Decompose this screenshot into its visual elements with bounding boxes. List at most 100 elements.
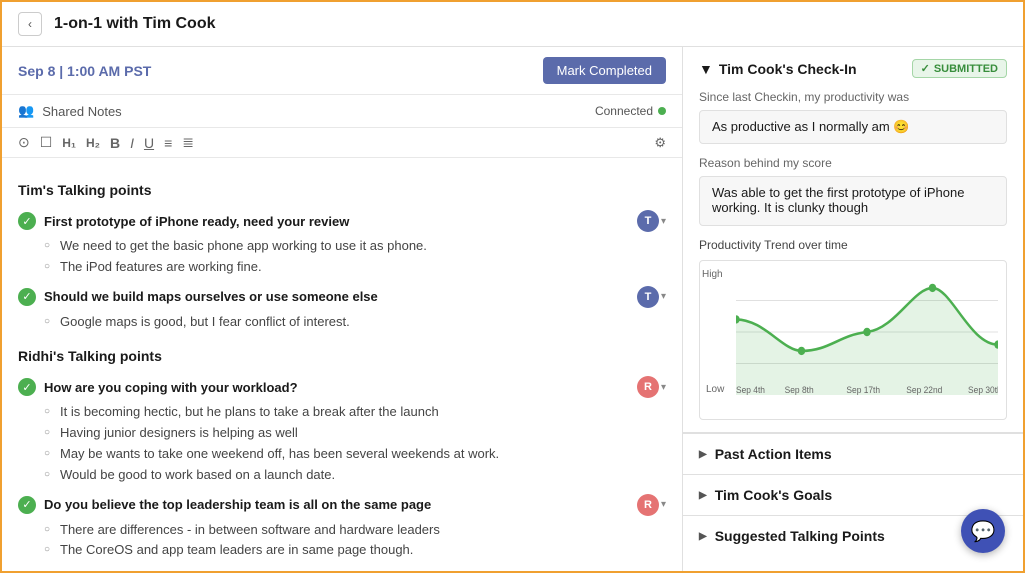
suggested-talking-points-label: Suggested Talking Points <box>715 528 885 544</box>
check-circle-icon <box>18 288 36 306</box>
checkin-header: ▼ Tim Cook's Check-In ✓ SUBMITTED <box>699 59 1007 78</box>
meeting-header: Sep 8 | 1:00 AM PST Mark Completed <box>2 47 682 95</box>
tim-goals-section: ▶ Tim Cook's Goals <box>683 474 1023 515</box>
chevron-down-icon: ▾ <box>661 499 666 510</box>
check-circle-icon <box>18 212 36 230</box>
sub-item: Having junior designers is helping as we… <box>44 423 666 444</box>
chat-button[interactable]: 💬 <box>961 509 1005 553</box>
sub-item: Would be good to work based on a launch … <box>44 465 666 486</box>
talking-point: First prototype of iPhone ready, need yo… <box>18 210 666 278</box>
expand-icon: ▶ <box>699 449 707 460</box>
reason-label: Reason behind my score <box>699 156 1007 170</box>
shared-notes-left: 👥 Shared Notes <box>18 103 122 119</box>
check-circle-icon <box>18 496 36 514</box>
avatar-badge-t: T <box>637 286 659 308</box>
talking-point: Do you believe the top leadership team i… <box>18 494 666 562</box>
svg-text:Sep 17th: Sep 17th <box>846 384 880 395</box>
h2-icon[interactable]: H₂ <box>86 136 100 150</box>
expand-icon: ▶ <box>699 490 707 501</box>
expand-icon: ▶ <box>699 531 707 542</box>
avatar-badge-r: R <box>637 494 659 516</box>
avatar-with-chevron[interactable]: R ▾ <box>637 494 666 516</box>
italic-icon[interactable]: I <box>130 135 134 151</box>
since-last-label: Since last Checkin, my productivity was <box>699 90 1007 104</box>
chevron-down-icon: ▾ <box>661 216 666 227</box>
bullet-list-icon[interactable]: ≡ <box>164 135 172 151</box>
editor-toolbar: ⊙ ☐ H₁ H₂ B I U ≡ ≣ ⚙ <box>2 128 682 158</box>
past-action-items-header[interactable]: ▶ Past Action Items <box>699 446 1007 462</box>
underline-icon[interactable]: U <box>144 135 154 151</box>
talking-point-text: First prototype of iPhone ready, need yo… <box>44 214 349 229</box>
talking-point-header: Do you believe the top leadership team i… <box>18 494 666 516</box>
shared-notes-icon: 👥 <box>18 103 34 119</box>
chart-svg: Sep 4th Sep 8th Sep 17th Sep 22nd Sep 30… <box>736 269 998 395</box>
avatar-with-chevron[interactable]: T ▾ <box>637 286 666 308</box>
check-circle-icon <box>18 378 36 396</box>
svg-text:Sep 8th: Sep 8th <box>785 384 814 395</box>
triangle-icon: ▼ <box>699 61 713 77</box>
checkin-section: ▼ Tim Cook's Check-In ✓ SUBMITTED Since … <box>683 47 1023 433</box>
talking-point-header: Should we build maps ourselves or use so… <box>18 286 666 308</box>
chevron-down-icon: ▾ <box>661 291 666 302</box>
bold-icon[interactable]: B <box>110 135 120 151</box>
settings-icon[interactable]: ⚙ <box>654 135 666 151</box>
chart-title: Productivity Trend over time <box>699 238 1007 252</box>
chart-section: Productivity Trend over time High Low <box>699 238 1007 420</box>
past-action-items-label: Past Action Items <box>715 446 832 462</box>
talking-point-text: How are you coping with your workload? <box>44 380 298 395</box>
svg-text:Sep 22nd: Sep 22nd <box>906 384 942 395</box>
header: ‹ 1-on-1 with Tim Cook <box>2 2 1023 47</box>
connected-label: Connected <box>595 104 653 118</box>
tim-goals-header[interactable]: ▶ Tim Cook's Goals <box>699 487 1007 503</box>
talking-point-header: How are you coping with your workload? R… <box>18 376 666 398</box>
avatar-with-chevron[interactable]: T ▾ <box>637 210 666 232</box>
right-panel: ▼ Tim Cook's Check-In ✓ SUBMITTED Since … <box>683 47 1023 571</box>
talking-point-text: Should we build maps ourselves or use so… <box>44 289 378 304</box>
talking-point: Should we build maps ourselves or use so… <box>18 286 666 333</box>
avatar-badge-r: R <box>637 376 659 398</box>
shared-notes-bar: 👥 Shared Notes Connected <box>2 95 682 128</box>
sub-items: It is becoming hectic, but he plans to t… <box>44 402 666 485</box>
meeting-date: Sep 8 | 1:00 AM PST <box>18 63 151 79</box>
sub-item: We need to get the basic phone app worki… <box>44 236 666 257</box>
chart-y-high: High <box>702 269 723 280</box>
clock-icon[interactable]: ⊙ <box>18 134 30 151</box>
chart-y-low: Low <box>706 384 724 395</box>
tims-section-title: Tim's Talking points <box>18 182 666 198</box>
shared-notes-label: Shared Notes <box>42 104 122 119</box>
ordered-list-icon[interactable]: ≣ <box>182 134 194 151</box>
checkbox-icon[interactable]: ☐ <box>40 134 53 151</box>
talking-point-left: How are you coping with your workload? <box>18 378 298 396</box>
productivity-value-box: As productive as I normally am 😊 <box>699 110 1007 144</box>
checkin-title-text: Tim Cook's Check-In <box>719 61 857 77</box>
submitted-check-icon: ✓ <box>921 62 930 75</box>
talking-point: How are you coping with your workload? R… <box>18 376 666 485</box>
h1-icon[interactable]: H₁ <box>62 136 76 150</box>
past-action-items-section: ▶ Past Action Items <box>683 433 1023 474</box>
connected-badge: Connected <box>595 104 666 118</box>
talking-point-left: First prototype of iPhone ready, need yo… <box>18 212 349 230</box>
page-title: 1-on-1 with Tim Cook <box>54 15 215 33</box>
app-container: ‹ 1-on-1 with Tim Cook Sep 8 | 1:00 AM P… <box>0 0 1025 573</box>
ridhis-section-title: Ridhi's Talking points <box>18 348 666 364</box>
sub-item: The CoreOS and app team leaders are in s… <box>44 540 666 561</box>
sub-items: There are differences - in between softw… <box>44 520 666 562</box>
reason-value: Was able to get the first prototype of i… <box>712 185 994 215</box>
back-button[interactable]: ‹ <box>18 12 42 36</box>
left-panel: Sep 8 | 1:00 AM PST Mark Completed 👥 Sha… <box>2 47 683 571</box>
reason-value-box: Was able to get the first prototype of i… <box>699 176 1007 226</box>
chart-container: High Low <box>699 260 1007 420</box>
chevron-down-icon: ▾ <box>661 382 666 393</box>
notes-area: Tim's Talking points First prototype of … <box>2 158 682 571</box>
sub-item: May be wants to take one weekend off, ha… <box>44 444 666 465</box>
sub-item: Google maps is good, but I fear conflict… <box>44 312 666 333</box>
sub-item: It is becoming hectic, but he plans to t… <box>44 402 666 423</box>
avatar-with-chevron[interactable]: R ▾ <box>637 376 666 398</box>
svg-text:Sep 30th: Sep 30th <box>968 384 998 395</box>
main-layout: Sep 8 | 1:00 AM PST Mark Completed 👥 Sha… <box>2 47 1023 571</box>
talking-point-text: Do you believe the top leadership team i… <box>44 497 431 512</box>
tim-goals-label: Tim Cook's Goals <box>715 487 832 503</box>
mark-completed-button[interactable]: Mark Completed <box>543 57 666 84</box>
talking-point-left: Should we build maps ourselves or use so… <box>18 288 378 306</box>
talking-point-header: First prototype of iPhone ready, need yo… <box>18 210 666 232</box>
